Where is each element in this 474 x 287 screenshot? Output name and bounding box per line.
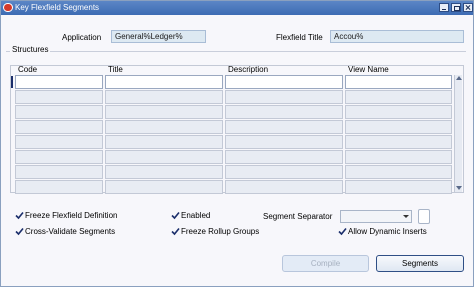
code-cell[interactable] [15, 120, 103, 134]
title-cell[interactable] [105, 75, 223, 89]
title-cell[interactable] [105, 90, 223, 104]
chevron-down-icon[interactable] [403, 215, 409, 218]
maximize-icon[interactable] [451, 3, 461, 12]
scroll-down-icon[interactable] [456, 186, 462, 190]
application-field[interactable]: General%Ledger% [111, 30, 206, 43]
view-name-cell[interactable] [345, 90, 452, 104]
code-cell[interactable] [15, 90, 103, 104]
description-cell[interactable] [225, 105, 343, 119]
oracle-logo-icon [3, 3, 13, 12]
code-cell[interactable] [15, 180, 103, 194]
column-header-description: Description [228, 65, 269, 74]
structures-divider [6, 51, 466, 52]
column-header-title: Title [108, 65, 123, 74]
checkmark-icon [171, 211, 180, 220]
view-name-cell[interactable] [345, 135, 452, 149]
title-cell[interactable] [105, 150, 223, 164]
close-icon[interactable] [463, 3, 473, 12]
description-cell[interactable] [225, 75, 343, 89]
checkmark-icon [15, 211, 24, 220]
view-name-cell[interactable] [345, 105, 452, 119]
compile-button[interactable]: Compile [282, 255, 369, 272]
description-cell[interactable] [225, 180, 343, 194]
description-cell[interactable] [225, 120, 343, 134]
view-name-cell[interactable] [345, 150, 452, 164]
title-cell[interactable] [105, 180, 223, 194]
title-cell[interactable] [105, 120, 223, 134]
structures-section-label: Structures [10, 45, 51, 55]
view-name-cell[interactable] [345, 180, 452, 194]
separator-extra-field[interactable] [418, 209, 430, 224]
column-header-code: Code [18, 65, 38, 74]
code-cell[interactable] [15, 165, 103, 179]
view-name-cell[interactable] [345, 120, 452, 134]
code-cell[interactable] [15, 105, 103, 119]
segment-separator-label: Segment Separator [263, 212, 333, 221]
freeze-flexfield-definition-checkbox[interactable] [15, 211, 24, 220]
window-title: Key Flexfield Segments [15, 3, 100, 12]
checkmark-icon [15, 227, 24, 236]
code-cell[interactable] [15, 150, 103, 164]
enabled-label: Enabled [181, 211, 211, 220]
title-cell[interactable] [105, 165, 223, 179]
cross-validate-segments-checkbox[interactable] [15, 227, 24, 236]
checkmark-icon [338, 227, 347, 236]
current-record-indicator [11, 76, 13, 88]
flexfield-title-field[interactable]: Accou% [330, 30, 464, 43]
allow-dynamic-inserts-checkbox[interactable] [338, 227, 347, 236]
window-titlebar[interactable]: Key Flexfield Segments [1, 1, 473, 15]
checkmark-icon [171, 227, 180, 236]
freeze-flexfield-definition-label: Freeze Flexfield Definition [25, 211, 118, 220]
segment-separator-select[interactable] [340, 210, 412, 223]
freeze-rollup-groups-label: Freeze Rollup Groups [181, 227, 260, 236]
flexfield-title-label: Flexfield Title [276, 33, 323, 42]
segments-button[interactable]: Segments [376, 255, 464, 272]
description-cell[interactable] [225, 135, 343, 149]
description-cell[interactable] [225, 165, 343, 179]
application-label: Application [62, 33, 102, 42]
code-cell[interactable] [15, 135, 103, 149]
title-cell[interactable] [105, 105, 223, 119]
enabled-checkbox[interactable] [171, 211, 180, 220]
freeze-rollup-groups-checkbox[interactable] [171, 227, 180, 236]
description-cell[interactable] [225, 90, 343, 104]
allow-dynamic-inserts-label: Allow Dynamic Inserts [348, 227, 427, 236]
view-name-cell[interactable] [345, 75, 452, 89]
minimize-icon[interactable] [439, 3, 449, 12]
code-cell[interactable] [15, 75, 103, 89]
view-name-cell[interactable] [345, 165, 452, 179]
title-cell[interactable] [105, 135, 223, 149]
scroll-up-icon[interactable] [456, 76, 462, 80]
description-cell[interactable] [225, 150, 343, 164]
cross-validate-segments-label: Cross-Validate Segments [25, 227, 116, 236]
column-header-view-name: View Name [348, 65, 389, 74]
structures-scrollbar[interactable] [454, 75, 462, 192]
